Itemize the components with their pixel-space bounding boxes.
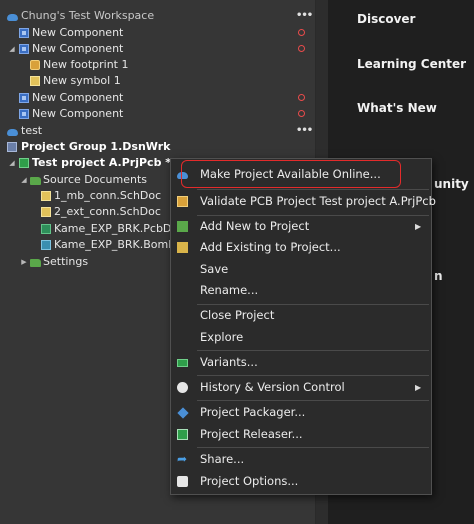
collapse-arrow-icon[interactable]: ◢: [19, 172, 29, 188]
menu-validate-project[interactable]: Validate PCB Project Test project A.PrjP…: [171, 191, 436, 212]
unsaved-marker-icon: [298, 110, 305, 117]
settings-label: Settings: [43, 255, 89, 268]
workspace-label: Chung's Test Workspace: [21, 9, 155, 22]
footprint-icon: [30, 60, 40, 70]
tree-project-group[interactable]: Project Group 1.DsnWrk: [0, 139, 316, 155]
tree-item-label: New symbol 1: [43, 74, 121, 87]
history-icon: [177, 382, 188, 393]
tree-item[interactable]: New footprint 1: [0, 57, 316, 73]
component-icon: [19, 44, 29, 54]
tree-item[interactable]: New Component: [0, 90, 316, 106]
schematic-doc-icon: [41, 207, 51, 217]
project-context-menu: Make Project Available Online... Validat…: [170, 158, 436, 495]
menu-explore[interactable]: Explore: [171, 327, 431, 348]
add-existing-icon: [177, 242, 188, 253]
menu-add-new-to-project[interactable]: Add New to Project ▶: [171, 216, 431, 237]
highlight-annotation: [181, 160, 401, 188]
menu-item-label: Validate PCB Project Test project A.PrjP…: [200, 194, 436, 208]
menu-separator: [197, 189, 429, 190]
submenu-arrow-icon: ▶: [415, 222, 422, 231]
cloud-icon: [7, 129, 18, 136]
expand-arrow-icon[interactable]: ▶: [19, 254, 29, 270]
tree-item[interactable]: New Component: [0, 106, 316, 122]
folder-icon: [30, 177, 41, 185]
menu-item-label: Save: [200, 262, 229, 276]
tree-item-label: New Component: [32, 107, 124, 120]
menu-rename[interactable]: Rename...: [171, 280, 431, 301]
pcb-project-icon: [19, 158, 29, 168]
releaser-icon: [177, 429, 188, 440]
menu-save[interactable]: Save: [171, 259, 431, 280]
tree-item-label: New Component: [32, 91, 124, 104]
menu-item-label: Add New to Project: [200, 219, 310, 233]
submenu-arrow-icon: ▶: [415, 383, 422, 392]
menu-share[interactable]: ➦ Share...: [171, 449, 431, 470]
menu-item-label: Project Releaser...: [200, 427, 303, 441]
source-documents-label: Source Documents: [43, 173, 147, 186]
unsaved-marker-icon: [298, 29, 305, 36]
project-label: Test project A.PrjPcb *: [32, 156, 172, 169]
bom-doc-icon: [41, 240, 51, 250]
tree-item-label: New footprint 1: [43, 58, 129, 71]
pcb-doc-icon: [41, 224, 51, 234]
document-label: 2_ext_conn.SchDoc: [54, 205, 161, 218]
variants-icon: [177, 359, 188, 367]
options-icon: [177, 476, 188, 487]
nav-partial[interactable]: n: [434, 269, 443, 283]
component-icon: [19, 93, 29, 103]
test-label: test: [21, 124, 43, 137]
collapse-arrow-icon[interactable]: ◢: [7, 155, 17, 171]
tree-item[interactable]: ◢ New Component: [0, 41, 316, 57]
packager-icon: [177, 407, 189, 419]
collapse-arrow-icon[interactable]: ◢: [7, 41, 17, 57]
folder-icon: [30, 259, 41, 267]
project-group-label: Project Group 1.DsnWrk: [21, 140, 171, 153]
menu-item-label: Rename...: [200, 283, 259, 297]
menu-variants[interactable]: Variants...: [171, 352, 431, 373]
nav-discover[interactable]: Discover: [357, 12, 415, 26]
tree-item[interactable]: New symbol 1: [0, 73, 316, 89]
menu-separator: [197, 400, 429, 401]
unsaved-marker-icon: [298, 45, 305, 52]
menu-project-options[interactable]: Project Options...: [171, 471, 431, 492]
schematic-doc-icon: [41, 191, 51, 201]
component-icon: [19, 109, 29, 119]
tree-workspace[interactable]: Chung's Test Workspace •••: [0, 8, 316, 24]
menu-item-label: Explore: [200, 330, 244, 344]
project-group-icon: [7, 142, 17, 152]
menu-separator: [197, 350, 429, 351]
document-label: Kame_EXP_BRK.PcbDoc: [54, 222, 185, 235]
menu-item-label: Close Project: [200, 308, 275, 322]
nav-whats-new[interactable]: What's New: [357, 101, 437, 115]
tree-test[interactable]: test •••: [0, 123, 316, 139]
menu-history-version-control[interactable]: History & Version Control ▶: [171, 377, 431, 398]
share-icon: ➦: [177, 452, 188, 466]
nav-community-partial[interactable]: unity: [434, 177, 469, 191]
cloud-icon: [7, 14, 18, 21]
menu-item-label: Add Existing to Project...: [200, 240, 341, 254]
nav-learning-center[interactable]: Learning Center: [357, 57, 466, 71]
menu-item-label: History & Version Control: [200, 380, 345, 394]
symbol-icon: [30, 76, 40, 86]
tree-item-label: New Component: [32, 26, 124, 39]
menu-project-releaser[interactable]: Project Releaser...: [171, 424, 431, 445]
unsaved-marker-icon: [298, 94, 305, 101]
validate-icon: [177, 196, 188, 207]
menu-close-project[interactable]: Close Project: [171, 305, 431, 326]
add-new-icon: [177, 221, 188, 232]
workspace-more-icon[interactable]: •••: [296, 8, 313, 24]
menu-separator: [197, 375, 429, 376]
menu-item-label: Share...: [200, 452, 245, 466]
tree-item-label: New Component: [32, 42, 124, 55]
document-label: 1_mb_conn.SchDoc: [54, 189, 162, 202]
component-icon: [19, 28, 29, 38]
menu-separator: [197, 447, 429, 448]
test-more-icon[interactable]: •••: [296, 123, 313, 139]
menu-project-packager[interactable]: Project Packager...: [171, 402, 431, 423]
menu-add-existing-to-project[interactable]: Add Existing to Project...: [171, 237, 431, 258]
menu-item-label: Project Packager...: [200, 405, 306, 419]
menu-item-label: Project Options...: [200, 474, 299, 488]
tree-item[interactable]: New Component: [0, 25, 316, 41]
menu-item-label: Variants...: [200, 355, 258, 369]
